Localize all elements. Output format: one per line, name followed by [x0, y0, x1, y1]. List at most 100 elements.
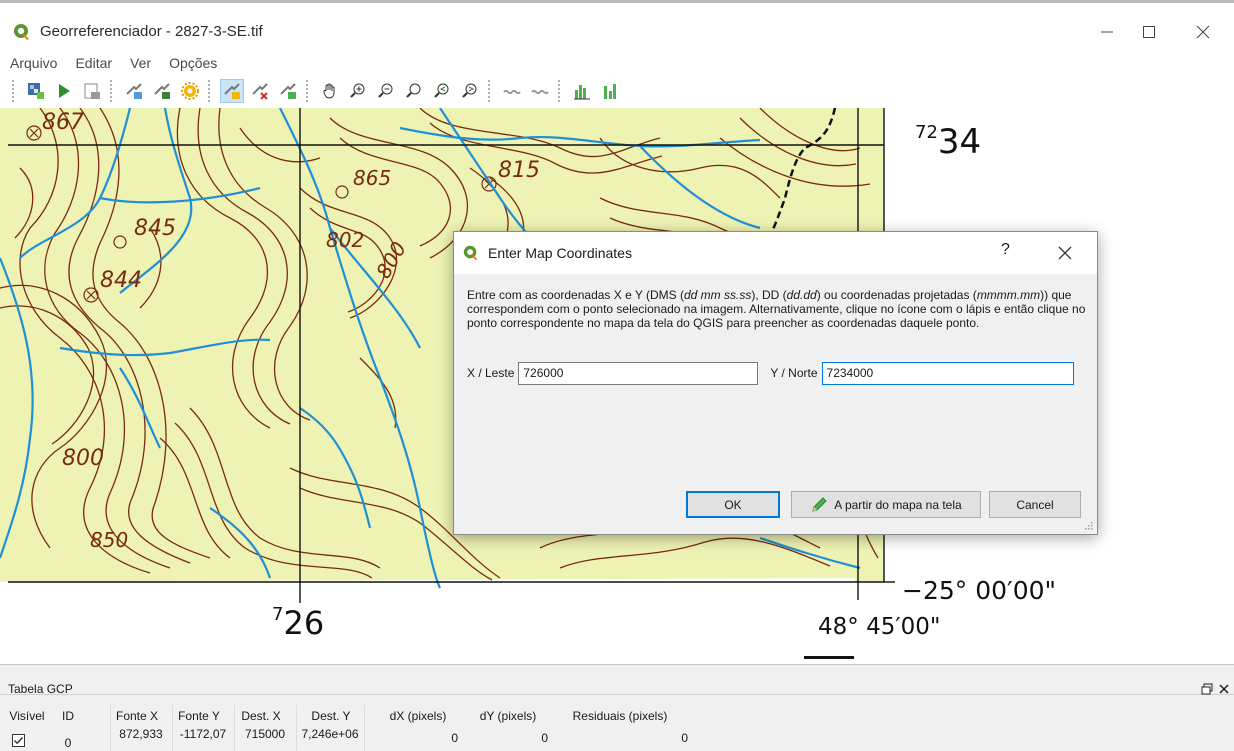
zoom-next-icon [462, 83, 477, 98]
load-gcp-points-icon [126, 83, 142, 99]
column-header[interactable]: Dest. Y [304, 709, 358, 723]
column-header[interactable]: ID [56, 709, 80, 723]
link-georeferencer-to-qgis-button[interactable] [500, 79, 524, 103]
easting-label: 726 [272, 604, 324, 642]
zoom-last-button[interactable] [430, 79, 454, 103]
dialog-instructions: Entre com as coordenadas X e Y (DMS (dd … [467, 288, 1087, 330]
instruction-format-dd: dd.dd [786, 288, 817, 302]
source-x-cell[interactable]: 872,933 [112, 727, 170, 741]
coordinate-fields: X / Leste 726000 Y / Norte 7234000 [467, 361, 1074, 385]
open-raster-button[interactable] [24, 79, 48, 103]
column-header[interactable]: Dest. X [236, 709, 286, 723]
window-title: Georreferenciador - 2827-3-SE.tif [40, 23, 263, 40]
zoom-out-button[interactable] [374, 79, 398, 103]
column-header[interactable]: dY (pixels) [468, 709, 548, 723]
dialog-title: Enter Map Coordinates [488, 245, 632, 261]
gcp-table-panel: Tabela GCP Visível ID Fonte X Fonte Y De… [0, 664, 1234, 751]
contour-label: 802 [326, 228, 365, 252]
cancel-button[interactable]: Cancel [989, 491, 1081, 518]
source-y-cell[interactable]: -1172,07 [174, 727, 232, 741]
column-header[interactable]: dX (pixels) [378, 709, 458, 723]
minimize-icon [1101, 31, 1113, 33]
contour-label: 844 [100, 268, 142, 293]
x-leste-input[interactable]: 726000 [518, 361, 759, 385]
maximize-icon [1143, 26, 1155, 38]
x-leste-label: X / Leste [467, 366, 515, 380]
instruction-text: Entre com as coordenadas X e Y (DMS ( [467, 288, 684, 302]
close-dock-icon[interactable] [1218, 683, 1230, 695]
toolbar-separator [208, 80, 214, 102]
longitude-label: 48° 45′00" [818, 614, 941, 640]
visible-checkbox[interactable] [8, 734, 28, 750]
zoom-to-layer-icon [406, 83, 421, 98]
from-map-canvas-label: A partir do mapa na tela [834, 497, 962, 512]
contour-label: 845 [134, 216, 176, 241]
pencil-icon [812, 496, 827, 512]
resize-grip-icon[interactable] [1084, 521, 1094, 531]
partial-label-mark [804, 656, 854, 659]
residual-cell[interactable]: 0 [558, 731, 688, 745]
menu-arquivo[interactable]: Arquivo [8, 55, 59, 71]
column-header[interactable]: Fonte X [112, 709, 162, 723]
load-gcp-points-button[interactable] [122, 79, 146, 103]
northing-label-prefix: 72 [915, 122, 938, 143]
close-window-button[interactable] [1188, 17, 1218, 47]
maximize-button[interactable] [1134, 17, 1164, 47]
dx-cell[interactable]: 0 [378, 731, 458, 745]
dest-y-cell[interactable]: 7,246e+06 [298, 727, 362, 741]
instruction-text: ) ou coordenadas projetadas ( [816, 288, 977, 302]
instruction-text: ), DD ( [751, 288, 787, 302]
gcp-id-cell[interactable]: 0 [56, 736, 80, 750]
full-histogram-stretch-button[interactable] [570, 79, 594, 103]
local-histogram-stretch-button[interactable] [598, 79, 622, 103]
open-raster-icon [28, 83, 44, 99]
ok-button[interactable]: OK [686, 491, 780, 518]
qgis-logo-icon [463, 245, 478, 261]
move-gcp-point-icon [280, 83, 296, 99]
link-georeferencer-to-qgis-icon [503, 89, 521, 95]
column-header[interactable]: Residuais (pixels) [558, 709, 682, 723]
generate-gdal-script-icon [84, 83, 100, 99]
northing-label-value: 34 [937, 122, 982, 162]
contour-label: 850 [90, 528, 129, 552]
close-icon [1196, 25, 1210, 39]
y-norte-input[interactable]: 7234000 [821, 361, 1074, 385]
dialog-title-bar: Enter Map Coordinates ? [454, 232, 1097, 274]
zoom-to-layer-button[interactable] [402, 79, 426, 103]
transformation-settings-button[interactable] [178, 79, 202, 103]
zoom-out-icon [378, 83, 393, 98]
northing-label: 7234 [915, 122, 981, 162]
dy-cell[interactable]: 0 [468, 731, 548, 745]
generate-gdal-script-button[interactable] [80, 79, 104, 103]
full-histogram-stretch-icon [574, 85, 590, 100]
save-gcp-points-button[interactable] [150, 79, 174, 103]
local-histogram-stretch-icon [604, 84, 616, 99]
from-map-canvas-button[interactable]: A partir do mapa na tela [791, 491, 981, 518]
link-qgis-to-georeferencer-icon [531, 89, 549, 95]
zoom-next-button[interactable] [458, 79, 482, 103]
delete-point-button[interactable] [248, 79, 272, 103]
menu-opcoes[interactable]: Opções [167, 55, 219, 71]
menu-ver[interactable]: Ver [128, 55, 153, 71]
help-button[interactable]: ? [1001, 241, 1010, 259]
float-dock-icon[interactable] [1201, 683, 1213, 695]
latitude-label: −25° 00′00" [902, 576, 1057, 605]
column-header[interactable]: Fonte Y [174, 709, 224, 723]
dialog-close-icon[interactable] [1054, 242, 1076, 264]
toolbar-separator [110, 80, 116, 102]
link-qgis-to-georeferencer-button[interactable] [528, 79, 552, 103]
add-point-button[interactable] [220, 79, 244, 103]
contour-label: 815 [498, 158, 540, 183]
delete-point-icon [252, 83, 268, 100]
y-norte-label: Y / Norte [770, 366, 818, 380]
dest-x-cell[interactable]: 715000 [236, 727, 294, 741]
column-header[interactable]: Visível [8, 709, 46, 723]
zoom-in-button[interactable] [346, 79, 370, 103]
pan-button[interactable] [318, 79, 342, 103]
minimize-button[interactable] [1092, 17, 1122, 47]
pan-icon [323, 83, 335, 99]
column-divider [234, 705, 235, 751]
menu-editar[interactable]: Editar [73, 55, 114, 71]
start-georeferencing-button[interactable] [52, 79, 76, 103]
move-gcp-point-button[interactable] [276, 79, 300, 103]
